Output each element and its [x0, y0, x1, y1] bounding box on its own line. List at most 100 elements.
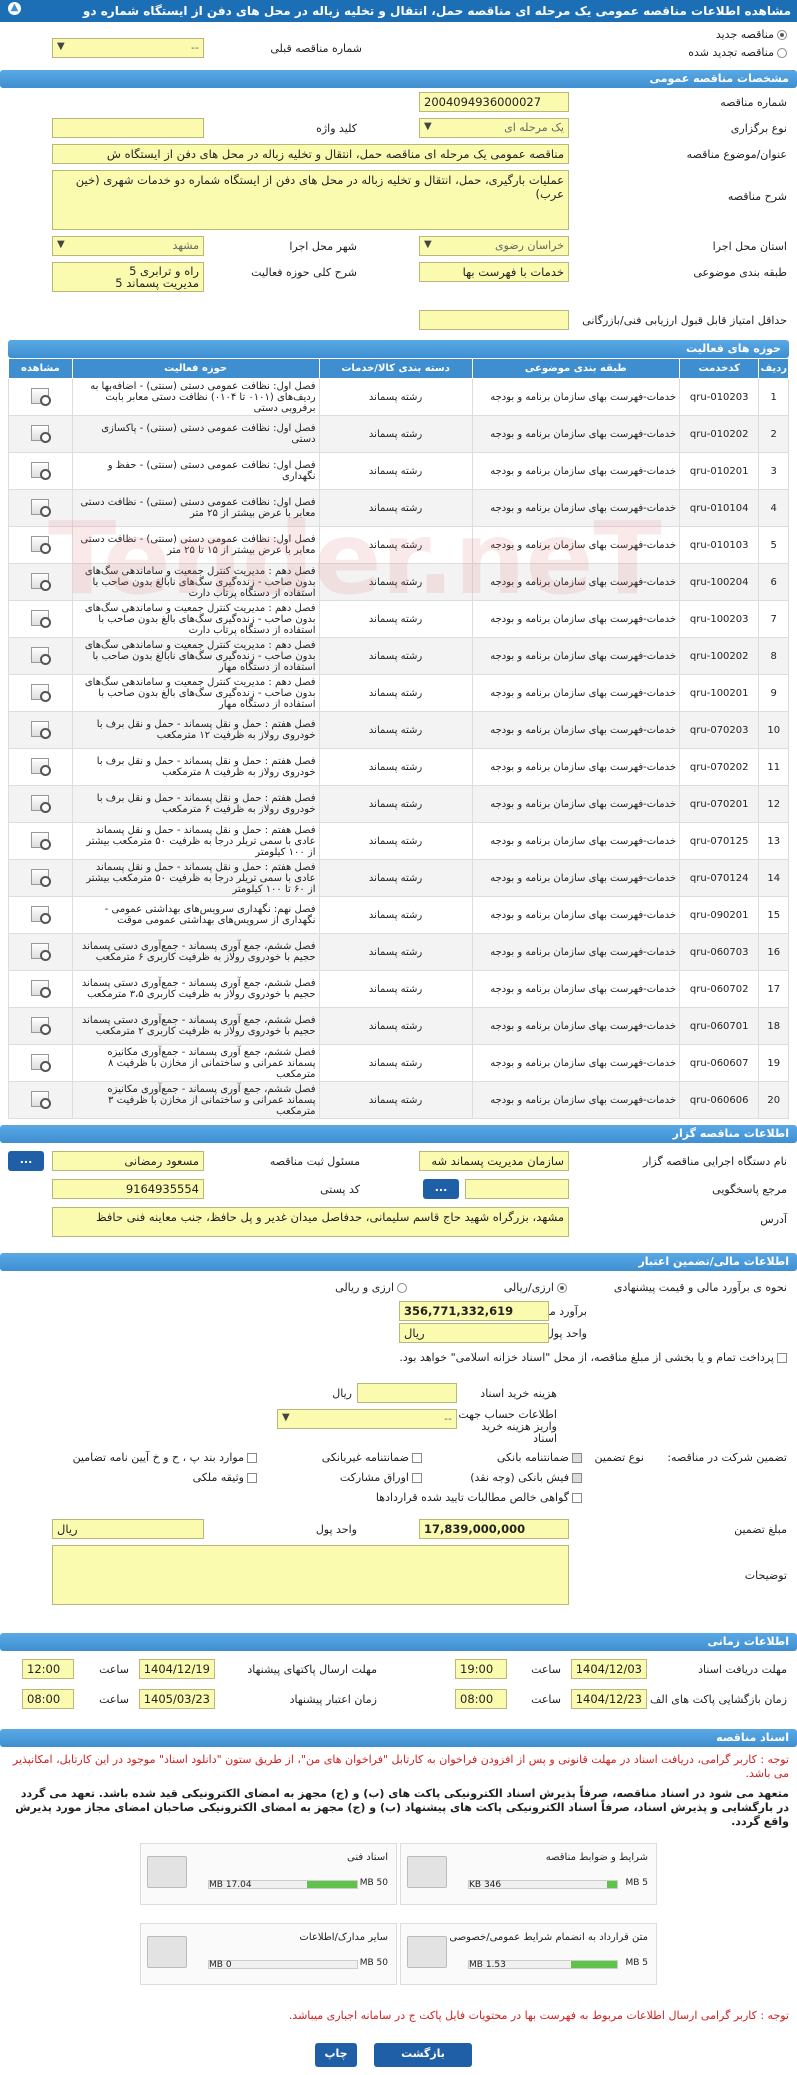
- description-field[interactable]: عملیات بارگیری، حمل، انتقال و تخلیه زبال…: [52, 170, 569, 230]
- magnifier-icon[interactable]: [31, 572, 52, 591]
- property-checkbox[interactable]: وثیقه ملکی: [193, 1471, 257, 1484]
- treasury-checkbox[interactable]: پرداخت تمام و یا بخشی از مبلغ مناقصه، از…: [7, 1351, 787, 1364]
- magnifier-icon[interactable]: [31, 868, 52, 887]
- row-number: 2: [758, 415, 789, 453]
- service-code: qru-060607: [678, 1044, 760, 1082]
- scope-list[interactable]: راه و ترابری 5 مدیریت پسماند 5: [52, 262, 204, 292]
- city-select[interactable]: مشهد ▼: [52, 236, 204, 256]
- org-name-field[interactable]: سازمان مدیریت پسماند شه: [419, 1151, 569, 1171]
- prev-number-select[interactable]: -- ▼: [52, 38, 204, 58]
- category-cell: خدمات-فهرست بهای سازمان برنامه و بودجه: [471, 600, 681, 638]
- bank-guarantee-checkbox[interactable]: ضمانتنامه بانکی: [497, 1451, 582, 1464]
- magnifier-icon[interactable]: [31, 979, 52, 998]
- guarantee-unit-field[interactable]: ریال: [52, 1519, 204, 1539]
- responsible-field[interactable]: مسعود رمضانی: [52, 1151, 204, 1171]
- holding-type-select[interactable]: یک مرحله ای ▼: [419, 118, 569, 138]
- magnifier-icon[interactable]: [31, 535, 52, 554]
- rial-radio[interactable]: ارزی/ریالی: [504, 1281, 567, 1294]
- address-label: آدرس: [760, 1213, 787, 1226]
- chevron-down-icon: ▼: [424, 239, 432, 250]
- validity-time-field[interactable]: 08:00: [22, 1689, 74, 1709]
- magnifier-icon[interactable]: [31, 424, 52, 443]
- activity-cell: فصل دهم : مدیریت کنترل جمعیت و ساماندهی …: [71, 563, 320, 601]
- finance-section-header: اطلاعات مالی/تضمین اعتبار: [0, 1253, 797, 1271]
- checkbox-icon: [572, 1473, 582, 1483]
- clause-checkbox[interactable]: موارد بند پ ، ح و خ آیین نامه تضامین: [73, 1451, 257, 1464]
- reference-field[interactable]: [465, 1179, 569, 1199]
- property-label: وثیقه ملکی: [192, 1471, 244, 1484]
- tender-number-field[interactable]: 2004094936000027: [419, 92, 569, 112]
- service-code: qru-060702: [678, 970, 760, 1008]
- service-code: qru-070124: [678, 859, 760, 897]
- fx-radio[interactable]: ارزی و ریالی: [335, 1281, 407, 1294]
- send-date-field[interactable]: 1404/12/19: [139, 1659, 215, 1679]
- general-section-header: مشخصات مناقصه عمومی: [0, 70, 797, 88]
- magnifier-icon[interactable]: [31, 942, 52, 961]
- category-field[interactable]: خدمات با فهرست بها: [419, 262, 569, 282]
- magnifier-icon[interactable]: [31, 461, 52, 480]
- cheque-label: فیش بانکی (وجه نقد): [470, 1471, 569, 1484]
- col-view: مشاهده: [8, 358, 73, 379]
- doc-card-other[interactable]: سایر مدارک/اطلاعات 50 MB 0 MB: [140, 1923, 397, 1985]
- print-button[interactable]: چاپ: [315, 2043, 357, 2067]
- magnifier-icon[interactable]: [31, 498, 52, 517]
- province-select[interactable]: خراسان رضوی ▼: [419, 236, 569, 256]
- collapse-icon[interactable]: ▲: [8, 2, 21, 15]
- doc-card-terms[interactable]: شرایط و ضوابط مناقصه 5 MB 346 KB: [400, 1843, 657, 1905]
- service-code: qru-100204: [678, 563, 760, 601]
- min-score-field[interactable]: [419, 310, 569, 330]
- postal-code-field[interactable]: 9164935554: [52, 1179, 204, 1199]
- new-tender-radio[interactable]: مناقصه جدید: [716, 28, 787, 41]
- reference-more-button[interactable]: ...: [423, 1179, 459, 1199]
- keyword-field[interactable]: [52, 118, 204, 138]
- magnifier-icon[interactable]: [31, 646, 52, 665]
- group-cell: رشته پسماند: [318, 933, 473, 971]
- magnifier-icon[interactable]: [31, 831, 52, 850]
- doc-cost-field[interactable]: [357, 1383, 457, 1403]
- magnifier-icon[interactable]: [31, 720, 52, 739]
- magnifier-icon[interactable]: [31, 1016, 52, 1035]
- guarantee-unit-label: واحد پول: [315, 1523, 357, 1536]
- opening-time-field[interactable]: 08:00: [455, 1689, 507, 1709]
- magnifier-icon[interactable]: [31, 387, 52, 406]
- chevron-down-icon: ▼: [424, 121, 432, 132]
- responsible-more-button[interactable]: ...: [8, 1151, 44, 1171]
- estimate-field[interactable]: 356,771,332,619: [399, 1301, 549, 1321]
- receive-date-field[interactable]: 1404/12/03: [571, 1659, 647, 1679]
- magnifier-icon[interactable]: [31, 757, 52, 776]
- doc-card-contract[interactable]: متن قرارداد به انضمام شرایط عمومی/خصوصی …: [400, 1923, 657, 1985]
- treasury-text: پرداخت تمام و یا بخشی از مبلغ مناقصه، از…: [399, 1351, 774, 1364]
- renewed-tender-label: مناقصه تجدید شده: [688, 46, 774, 59]
- magnifier-icon[interactable]: [31, 794, 52, 813]
- validity-date-field[interactable]: 1405/03/23: [139, 1689, 215, 1709]
- receive-time-field[interactable]: 19:00: [455, 1659, 507, 1679]
- doc-card-usage-bar: 1.53 MB: [468, 1960, 618, 1970]
- back-button[interactable]: بازگشت: [374, 2043, 472, 2067]
- cheque-checkbox[interactable]: فیش بانکی (وجه نقد): [470, 1471, 582, 1484]
- magnifier-icon[interactable]: [31, 609, 52, 628]
- opening-date-field[interactable]: 1404/12/23: [571, 1689, 647, 1709]
- timing-section: مهلت دریافت اسناد 1404/12/03 ساعت 19:00 …: [0, 1651, 797, 1725]
- doc-card-technical[interactable]: اسناد فنی 50 MB 17.04 MB: [140, 1843, 397, 1905]
- notes-field[interactable]: [52, 1545, 569, 1605]
- table-row: 13 qru-070125 خدمات-فهرست بهای سازمان برنا…: [8, 822, 789, 860]
- magnifier-icon[interactable]: [31, 1090, 52, 1109]
- bonds-label: اوراق مشارکت: [339, 1471, 409, 1484]
- unit-field[interactable]: ریال: [399, 1323, 549, 1343]
- magnifier-icon[interactable]: [31, 1053, 52, 1072]
- nonbank-guarantee-checkbox[interactable]: ضمانتنامه غیربانکی: [322, 1451, 422, 1464]
- magnifier-icon[interactable]: [31, 683, 52, 702]
- claims-checkbox[interactable]: گواهی خالص مطالبات تایید شده قراردادها: [376, 1491, 582, 1504]
- view-cell: [8, 600, 73, 638]
- postal-code-label: کد پستی: [320, 1183, 360, 1196]
- renewed-tender-radio[interactable]: مناقصه تجدید شده: [688, 46, 787, 59]
- guarantee-amount-field[interactable]: 17,839,000,000: [419, 1519, 569, 1539]
- receive-time-label: ساعت: [531, 1663, 561, 1676]
- bonds-checkbox[interactable]: اوراق مشارکت: [340, 1471, 422, 1484]
- address-field[interactable]: مشهد، بزرگراه شهید حاج قاسم سلیمانی، حدف…: [52, 1207, 569, 1237]
- account-select[interactable]: -- ▼: [277, 1409, 457, 1429]
- keyword-label: کلید واژه: [316, 122, 357, 135]
- subject-field[interactable]: مناقصه عمومی یک مرحله ای مناقصه حمل، انت…: [52, 144, 569, 164]
- magnifier-icon[interactable]: [31, 905, 52, 924]
- send-time-field[interactable]: 12:00: [22, 1659, 74, 1679]
